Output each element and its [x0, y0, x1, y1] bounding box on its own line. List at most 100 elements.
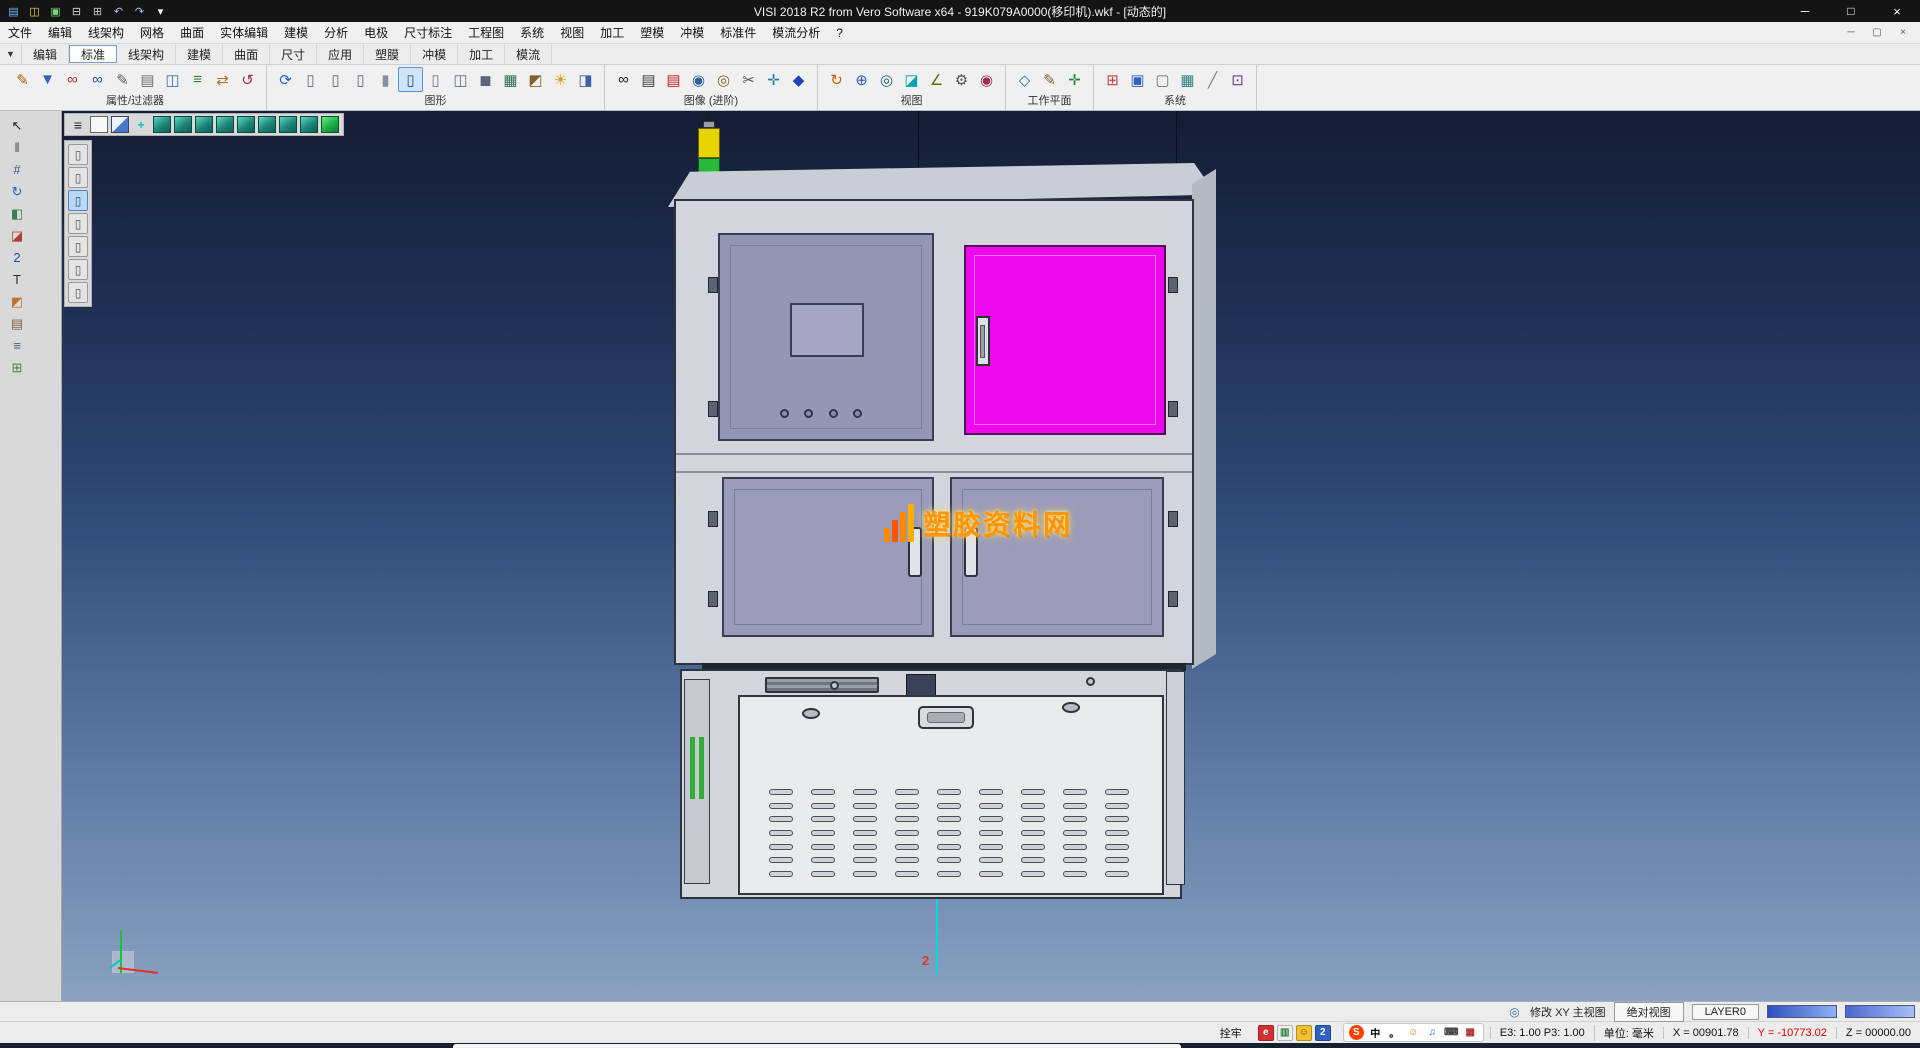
sogou-icon[interactable]: S: [1349, 1025, 1364, 1040]
lamp-off-icon[interactable]: ▯: [423, 67, 448, 92]
view-iso-7-icon[interactable]: [279, 116, 297, 133]
view-iso-2-icon[interactable]: [174, 116, 192, 133]
mdi-restore-button[interactable]: ▢: [1864, 24, 1890, 42]
tab[interactable]: 编辑: [22, 44, 69, 64]
refresh-icon[interactable]: ⟳: [273, 67, 298, 92]
new-file-icon[interactable]: ▤: [4, 3, 23, 20]
measure-icon[interactable]: #: [5, 159, 29, 180]
gear-view-icon[interactable]: ⚙: [949, 67, 974, 92]
material-icon[interactable]: ◩: [523, 67, 548, 92]
wireframe-icon[interactable]: ◫: [448, 67, 473, 92]
gem-icon[interactable]: ◆: [786, 67, 811, 92]
undo-icon[interactable]: ↶: [109, 3, 128, 20]
tray-e-icon[interactable]: e: [1258, 1025, 1274, 1041]
view-top-icon[interactable]: [90, 116, 108, 133]
dock-icon-6[interactable]: ▯: [68, 259, 88, 280]
tab[interactable]: 塑膜: [364, 44, 411, 64]
shaded-cube-icon[interactable]: ◧: [5, 203, 29, 224]
texture-icon[interactable]: ▦: [498, 67, 523, 92]
menu-item[interactable]: 分析: [316, 22, 356, 43]
import-icon[interactable]: ⊟: [67, 3, 86, 20]
view-iso-4-icon[interactable]: [216, 116, 234, 133]
menu-item[interactable]: 电极: [356, 22, 396, 43]
target-view-icon[interactable]: ◉: [974, 67, 999, 92]
menu-item[interactable]: 冲模: [672, 22, 712, 43]
menu-item[interactable]: 加工: [592, 22, 632, 43]
grid-icon[interactable]: ▦: [1175, 67, 1200, 92]
menu-item[interactable]: 视图: [552, 22, 592, 43]
dock-icon-5[interactable]: ▯: [68, 236, 88, 257]
punct-icon[interactable]: 。: [1387, 1025, 1402, 1040]
zoom-view-icon[interactable]: ◎: [874, 67, 899, 92]
link-icon[interactable]: ∞: [60, 67, 85, 92]
view-shaded-icon[interactable]: [321, 116, 339, 133]
tab-overflow-button[interactable]: ▼: [0, 44, 22, 64]
tray-face-icon[interactable]: ☺: [1296, 1025, 1312, 1041]
menu-item[interactable]: 曲面: [172, 22, 212, 43]
tray-chart-icon[interactable]: ▥: [1277, 1025, 1293, 1041]
plane-view-icon[interactable]: ◪: [899, 67, 924, 92]
tab[interactable]: 尺寸: [270, 44, 317, 64]
tab[interactable]: 曲面: [223, 44, 270, 64]
section-icon[interactable]: ‖: [5, 137, 29, 158]
monitor-icon[interactable]: ▣: [1125, 67, 1150, 92]
lock-toggle[interactable]: 拴牢: [1210, 1025, 1252, 1041]
tab[interactable]: 加工: [458, 44, 505, 64]
clip-icon[interactable]: ✂: [736, 67, 761, 92]
close-button[interactable]: ×: [1874, 0, 1920, 22]
view-iso-8-icon[interactable]: [300, 116, 318, 133]
match-icon[interactable]: ≡: [185, 67, 210, 92]
lamp-on-icon[interactable]: ▯: [398, 67, 423, 92]
measure-view-icon[interactable]: ∠: [924, 67, 949, 92]
print-icon[interactable]: ⊞: [88, 3, 107, 20]
pin-icon[interactable]: ✛: [761, 67, 786, 92]
dock-icon-3[interactable]: ▯: [68, 190, 88, 211]
cylinder-3-icon[interactable]: ▯: [348, 67, 373, 92]
view-iso-6-icon[interactable]: [258, 116, 276, 133]
menu-item[interactable]: 模流分析: [764, 22, 828, 43]
workplane-edit-icon[interactable]: ✎: [1037, 67, 1062, 92]
palette-grid-icon[interactable]: ⊞: [1100, 67, 1125, 92]
notebook-icon[interactable]: ▤: [5, 313, 29, 334]
dock-icon-7[interactable]: ▯: [68, 282, 88, 303]
text-icon[interactable]: T: [5, 269, 29, 290]
workplane-icon[interactable]: ◇: [1012, 67, 1037, 92]
menu-item[interactable]: 网格: [132, 22, 172, 43]
tab[interactable]: 线架构: [117, 44, 176, 64]
copy-attr-icon[interactable]: ◫: [160, 67, 185, 92]
tray-two-icon[interactable]: 2: [1315, 1025, 1331, 1041]
cylinder-1-icon[interactable]: ▯: [298, 67, 323, 92]
solid-icon[interactable]: ◼: [473, 67, 498, 92]
view-iso-3-icon[interactable]: [195, 116, 213, 133]
toolbox-icon[interactable]: ▦: [1463, 1025, 1478, 1040]
menu-item[interactable]: 线架构: [80, 22, 132, 43]
camera-icon[interactable]: ◉: [686, 67, 711, 92]
curve2-icon[interactable]: 2: [5, 247, 29, 268]
dock-icon-1[interactable]: ▯: [68, 144, 88, 165]
qat-caret-icon[interactable]: ▾: [151, 3, 170, 20]
filter-icon[interactable]: ▼: [35, 67, 60, 92]
mdi-minimize-button[interactable]: ─: [1838, 24, 1864, 42]
view-mode-selector[interactable]: 绝对视图: [1614, 1002, 1684, 1022]
layer-selector[interactable]: LAYER0: [1692, 1004, 1759, 1020]
mic-icon[interactable]: ♫: [1425, 1025, 1440, 1040]
capture-icon[interactable]: ◎: [711, 67, 736, 92]
palette-icon[interactable]: ◩: [5, 291, 29, 312]
shade-icon[interactable]: ▮: [373, 67, 398, 92]
menu-item[interactable]: 尺寸标注: [396, 22, 460, 43]
reset-filter-icon[interactable]: ↺: [235, 67, 260, 92]
erase-icon[interactable]: ◪: [5, 225, 29, 246]
cylinder-2-icon[interactable]: ▯: [323, 67, 348, 92]
dock-icon-2[interactable]: ▯: [68, 167, 88, 188]
view-iso-5-icon[interactable]: [237, 116, 255, 133]
calc-icon[interactable]: ⊡: [1225, 67, 1250, 92]
menu-item[interactable]: 标准件: [712, 22, 764, 43]
view-tool-icon[interactable]: ◎: [1507, 1004, 1522, 1019]
minimize-button[interactable]: ─: [1782, 0, 1828, 22]
film-off-icon[interactable]: ▤: [661, 67, 686, 92]
menu-item[interactable]: 实体编辑: [212, 22, 276, 43]
lang-cn-icon[interactable]: 中: [1368, 1025, 1383, 1040]
database-icon[interactable]: ▤: [135, 67, 160, 92]
menu-item[interactable]: 工程图: [460, 22, 512, 43]
menu-item[interactable]: ?: [828, 22, 851, 43]
